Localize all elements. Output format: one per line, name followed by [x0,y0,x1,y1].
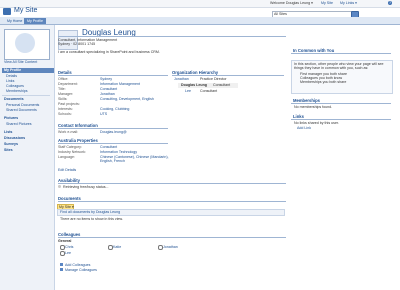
presence-icon [58,185,61,188]
nav-discussions[interactable]: Discussions [2,136,54,141]
details-rule [58,75,168,76]
detail-label: Skills: [58,97,68,101]
availability-status: Retrieving free/busy status... [63,185,109,189]
org-person-link[interactable]: Jonathan [174,77,189,81]
detail-value[interactable]: Cooking, Clubbing [100,107,129,111]
detail-label: Department: [58,82,78,86]
detail-label: Past projects: [58,102,80,106]
in-common-intro: In this section, other people who view y… [294,62,384,70]
links-empty: No links shared by this user. [294,121,339,125]
documents-rule [58,201,286,202]
org-person-current: Douglas Leung [181,83,207,87]
my-site-logo-icon [3,8,11,15]
colleagues-group-label: General [58,239,72,243]
nav-item-colleagues[interactable]: Colleagues [6,84,24,88]
my-site-link[interactable]: My Site [321,1,333,5]
in-common-bullet: Memberships you both share [300,80,347,84]
nav-item-memberships[interactable]: Memberships [6,89,28,93]
nav-my-profile[interactable]: My Profile [2,68,54,73]
org-person-role: Consultant [213,83,231,87]
detail-value[interactable]: Chinese (Cantonese), Chinese (Mandarin),… [100,155,170,163]
in-common-rule [291,53,391,54]
detail-value[interactable]: Jonathan [100,92,115,96]
view-all-site-content-link[interactable]: View All Site Content [4,60,37,64]
nav-item-shared-documents[interactable]: Shared Documents [6,108,37,112]
colleague-link[interactable]: Chris [65,245,73,249]
work-email-label: Work e-mail: [58,130,79,134]
detail-label: Title: [58,87,66,91]
tab-my-profile[interactable]: My Profile [24,17,46,24]
detail-value[interactable]: Information Technology [100,150,137,154]
nav-sites[interactable]: Sites [2,148,54,153]
detail-label: Industry Network: [58,150,86,154]
profile-location-line: Sydney · 02 8001 1745 [58,42,96,46]
detail-value[interactable]: Consultant [100,87,117,91]
add-colleagues-icon [60,263,63,266]
detail-value[interactable]: Consulting, Development, English [100,97,154,101]
detail-value[interactable]: Sydney [100,77,112,81]
add-colleagues-link[interactable]: Add Colleagues [65,263,90,267]
org-person-role: Consultant [200,89,218,93]
add-link-button[interactable]: Add Link [297,126,311,130]
detail-label: Interests: [58,107,73,111]
search-scope-select[interactable]: All Sites [274,12,287,16]
org-person-link[interactable]: Lee [185,89,191,93]
profile-about: I am a consultant specializing in ShareP… [58,50,160,54]
my-links-menu[interactable]: My Links ▾ [340,1,357,5]
nav-item-details[interactable]: Details [6,74,17,78]
detail-label: Staff Category: [58,145,82,149]
detail-label: Office: [58,77,69,81]
left-navigation [0,25,55,290]
nav-surveys[interactable]: Surveys [2,142,54,147]
manage-colleagues-link[interactable]: Manage Colleagues [65,268,97,272]
nav-documents[interactable]: Documents [2,97,54,102]
nav-lists[interactable]: Lists [2,130,54,135]
nav-item-links[interactable]: Links [6,79,14,83]
australia-rule [58,143,168,144]
welcome-menu[interactable]: Welcome Douglas Leung ▾ [270,1,313,5]
memberships-empty: No memberships found. [294,105,333,109]
edit-details-link[interactable]: Edit Details [58,168,76,172]
org-person-role: Practice Director [200,77,227,81]
contact-rule [58,128,168,129]
colleague-link[interactable]: Jonathan [163,245,178,249]
nav-item-shared-pictures[interactable]: Shared Pictures [6,122,32,126]
help-icon[interactable]: ? [388,1,392,5]
find-all-documents-link[interactable]: Find all documents by Douglas Leung [60,210,120,214]
detail-label: Language: [58,155,75,159]
work-email-link[interactable]: Douglas.leung@ [100,130,127,134]
detail-label: Manager: [58,92,74,96]
header-rule [58,36,286,37]
detail-value[interactable]: Consultant [100,145,117,149]
links-rule [291,119,391,120]
documents-empty: There are no items to show in this view. [60,217,123,221]
person-silhouette-icon [15,33,35,53]
detail-label: Schools: [58,112,72,116]
tab-my-home[interactable]: My Home [4,18,25,24]
nav-pictures[interactable]: Pictures [2,116,54,121]
availability-rule [58,183,286,184]
colleague-link[interactable]: Lee [65,251,71,255]
page-title: My Site [14,7,38,14]
org-rule [172,75,284,76]
detail-value[interactable]: Information Management [100,82,140,86]
colleagues-rule [58,237,286,238]
memberships-rule [291,103,391,104]
manage-colleagues-icon [60,268,63,271]
tab-bar [0,17,400,25]
nav-divider [2,95,50,96]
detail-value[interactable]: UTS [100,112,107,116]
colleague-link[interactable]: Katie [113,245,121,249]
nav-item-personal-documents[interactable]: Personal Documents [6,103,39,107]
